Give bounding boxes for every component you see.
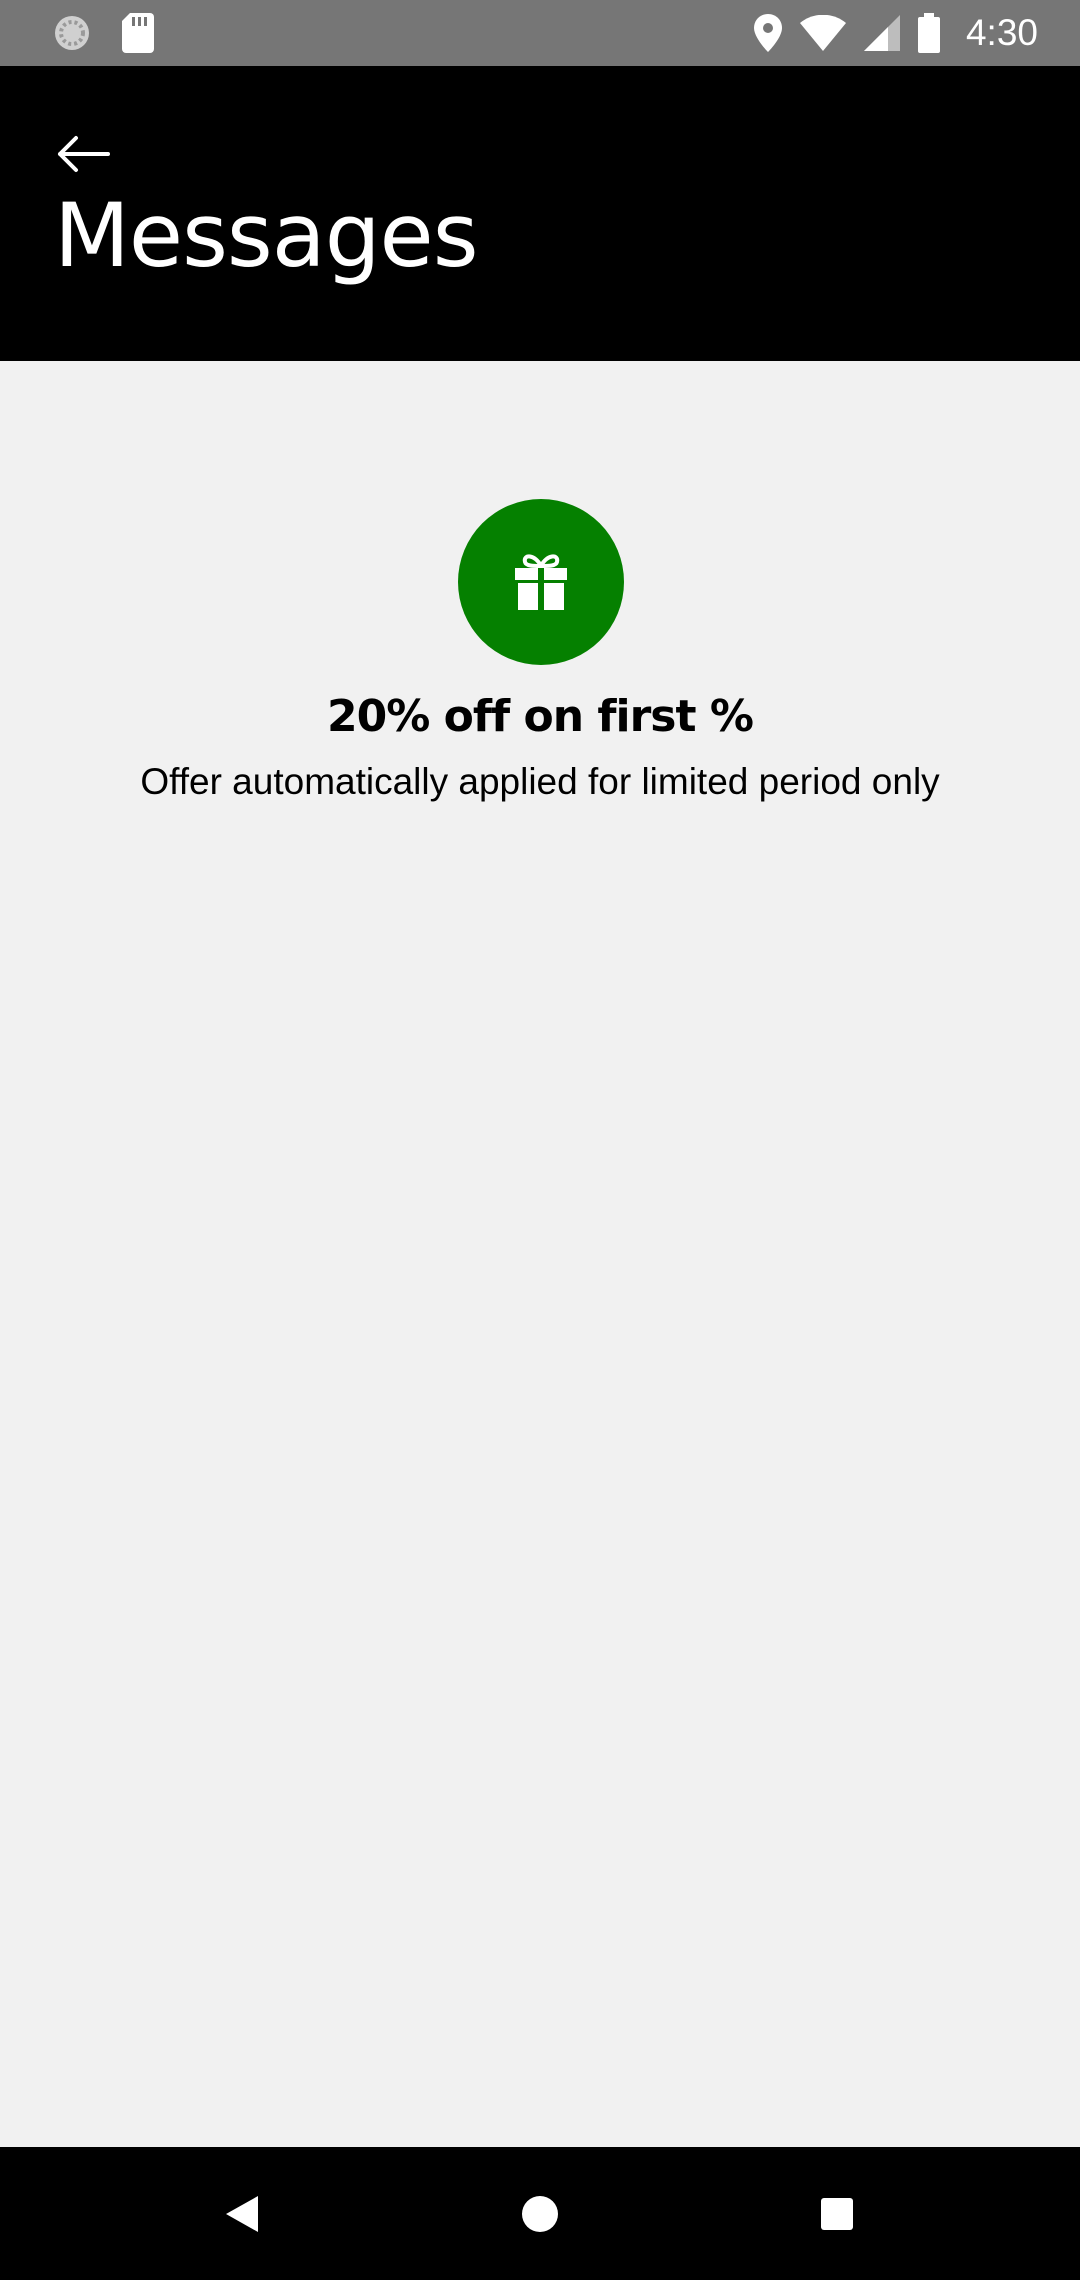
offer-title: 20% off on first % bbox=[327, 691, 754, 742]
battery-icon bbox=[917, 13, 940, 53]
status-left-icons bbox=[52, 13, 154, 53]
offer-message[interactable]: 20% off on first % Offer automatically a… bbox=[0, 361, 1080, 841]
offer-subtitle: Offer automatically applied for limited … bbox=[140, 761, 940, 802]
status-time: 4:30 bbox=[965, 12, 1038, 53]
wifi-icon bbox=[799, 15, 846, 51]
page-title: Messages bbox=[54, 184, 479, 287]
gift-icon bbox=[513, 552, 569, 612]
status-right-icons: 4:30 bbox=[753, 0, 1038, 66]
arrow-left-icon bbox=[54, 134, 110, 174]
nav-back-button[interactable] bbox=[172, 2147, 312, 2280]
sd-card-icon bbox=[122, 13, 154, 53]
home-circle-icon bbox=[520, 2194, 560, 2234]
messages-content: 20% off on first % Offer automatically a… bbox=[0, 361, 1080, 2147]
nav-recents-button[interactable] bbox=[767, 2147, 907, 2280]
signal-icon bbox=[863, 15, 900, 51]
sync-icon bbox=[52, 13, 92, 53]
system-nav-bar bbox=[0, 2147, 1080, 2280]
location-icon bbox=[753, 14, 782, 52]
recents-square-icon bbox=[819, 2196, 855, 2232]
app-header: Messages bbox=[0, 66, 1080, 361]
back-button[interactable] bbox=[44, 122, 120, 186]
status-bar: 4:30 bbox=[0, 0, 1080, 66]
back-triangle-icon bbox=[224, 2194, 260, 2234]
nav-home-button[interactable] bbox=[470, 2147, 610, 2280]
gift-badge bbox=[458, 499, 624, 665]
